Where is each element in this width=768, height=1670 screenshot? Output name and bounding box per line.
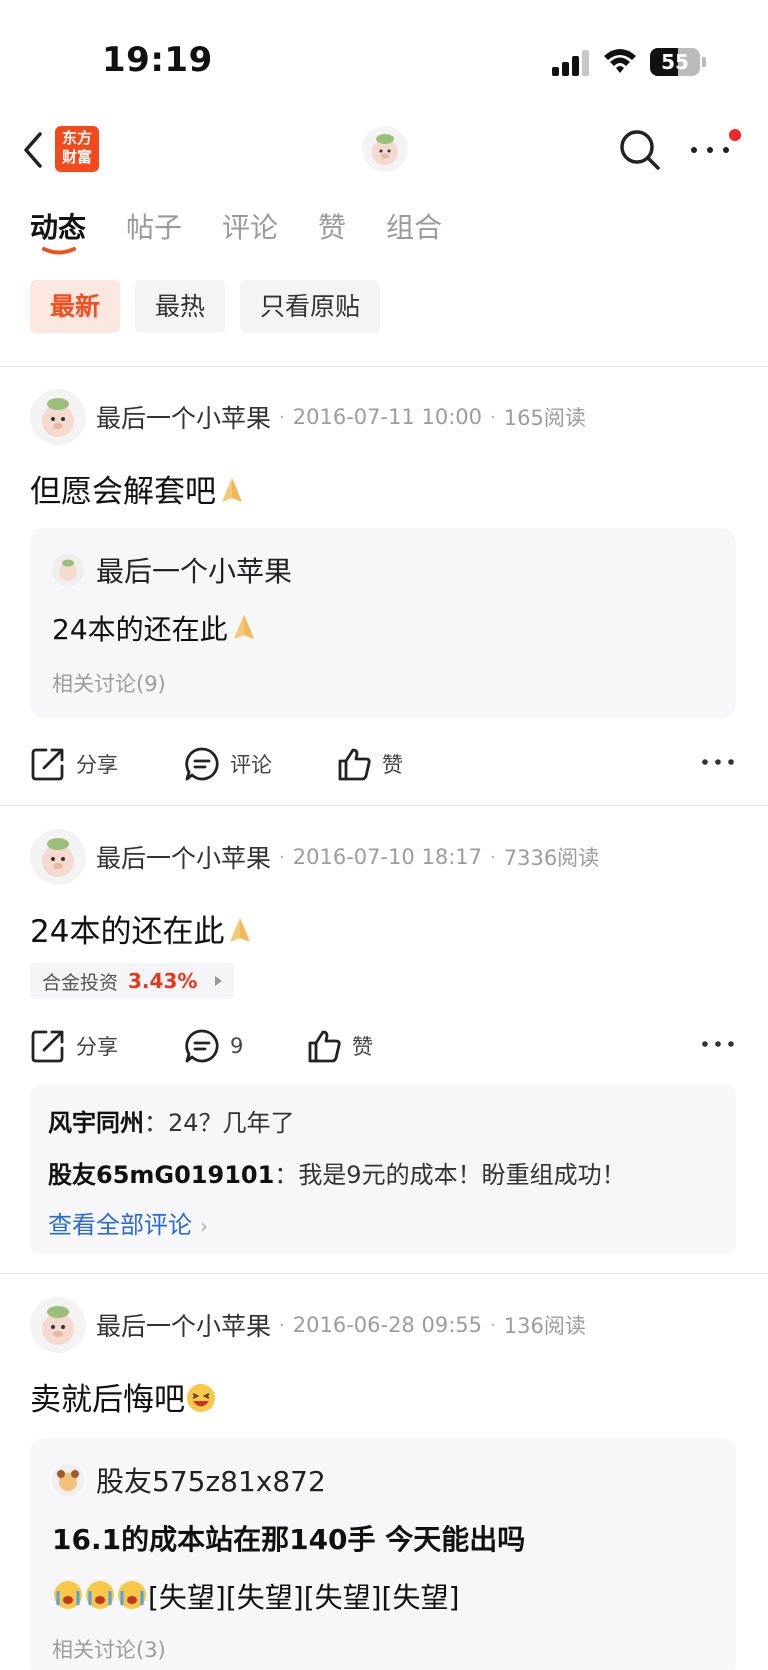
quoted-author: 最后一个小苹果 xyxy=(52,550,292,590)
status-time: 19:19 xyxy=(102,40,213,80)
tab-portfolio[interactable]: 组合 xyxy=(386,206,442,256)
tab-dynamic[interactable]: 动态 xyxy=(30,206,86,256)
notification-dot xyxy=(729,129,741,141)
comment-text: 我是9元的成本！盼重组成功！ xyxy=(298,1161,626,1189)
thumbs-up-icon xyxy=(338,748,371,781)
quoted-text: 24本的还在此 xyxy=(52,608,260,648)
search-icon[interactable] xyxy=(616,126,664,174)
share-icon xyxy=(31,748,64,781)
tab-comments[interactable]: 评论 xyxy=(222,206,278,256)
read-count: 7336阅读 xyxy=(503,846,600,870)
comment-preview: 风宇同州：24？几年了 股友65mG019101：我是9元的成本！盼重组成功！ … xyxy=(30,1085,736,1254)
post-date: 2016-07-10 18:17 xyxy=(292,845,482,869)
divider xyxy=(0,805,768,806)
share-button[interactable]: 分享 xyxy=(30,742,118,786)
read-count: 136阅读 xyxy=(503,1314,586,1338)
crying-face-icon xyxy=(118,1581,146,1609)
more-options-icon[interactable] xyxy=(700,1034,736,1054)
avatar[interactable] xyxy=(362,126,408,172)
post-text[interactable]: 但愿会解套吧 xyxy=(30,466,248,511)
comment-text: 24？几年了 xyxy=(168,1109,295,1137)
comment-icon xyxy=(185,1029,219,1063)
quoted-title: 16.1的成本站在那140手 今天能出吗 xyxy=(52,1523,526,1556)
divider xyxy=(0,1273,768,1274)
filter-original-only[interactable]: 只看原贴 xyxy=(240,280,381,333)
tab-posts[interactable]: 帖子 xyxy=(126,206,182,256)
crying-face-icon xyxy=(86,1581,114,1609)
comment-button[interactable]: 9 xyxy=(184,1024,243,1068)
post-actions: 分享 评论 赞 xyxy=(30,742,736,786)
quoted-post[interactable]: 股友575z81x872 16.1的成本站在那140手 今天能出吗 [失望][失… xyxy=(30,1438,736,1670)
comment-item[interactable]: 股友65mG019101：我是9元的成本！盼重组成功！ xyxy=(48,1155,626,1190)
author-name[interactable]: 最后一个小苹果 xyxy=(96,839,271,875)
wifi-icon xyxy=(604,49,636,73)
post-date: 2016-07-11 10:00 xyxy=(292,405,482,429)
active-tab-indicator xyxy=(42,247,76,255)
stock-name: 合金投资 xyxy=(42,971,119,994)
avatar xyxy=(52,554,84,586)
share-icon xyxy=(31,1030,64,1063)
post-actions: 分享 9 赞 xyxy=(30,1024,736,1068)
more-icon[interactable] xyxy=(686,130,734,170)
praying-hands-icon xyxy=(222,478,242,502)
divider xyxy=(0,366,768,367)
author-name[interactable]: 最后一个小苹果 xyxy=(96,1307,271,1343)
quoted-author: 股友575z81x872 xyxy=(52,1460,326,1500)
praying-hands-icon xyxy=(233,615,254,639)
post-date: 2016-06-28 09:55 xyxy=(292,1313,482,1337)
avatar[interactable] xyxy=(30,1297,86,1353)
caret-right-icon xyxy=(215,976,223,986)
tab-likes[interactable]: 赞 xyxy=(318,206,346,256)
crying-face-icon xyxy=(54,1581,82,1609)
post-meta: 最后一个小苹果 · 2016-06-28 09:55 · 136阅读 xyxy=(30,1297,586,1353)
more-options-icon[interactable] xyxy=(700,752,736,772)
stock-tag[interactable]: 合金投资 3.43% xyxy=(30,963,235,999)
like-button[interactable]: 赞 xyxy=(306,1024,373,1068)
read-count: 165阅读 xyxy=(503,406,586,430)
author-name[interactable]: 最后一个小苹果 xyxy=(96,399,271,435)
post-meta: 最后一个小苹果 · 2016-07-10 18:17 · 7336阅读 xyxy=(30,829,599,885)
post-meta: 最后一个小苹果 · 2016-07-11 10:00 · 165阅读 xyxy=(30,389,586,445)
avatar[interactable] xyxy=(30,389,86,445)
filter-latest[interactable]: 最新 xyxy=(30,280,121,333)
post-text[interactable]: 卖就后悔吧 xyxy=(30,1374,217,1419)
quoted-text: [失望][失望][失望][失望] xyxy=(52,1576,459,1616)
quoted-post[interactable]: 最后一个小苹果 24本的还在此 相关讨论(9) xyxy=(30,528,736,718)
related-discussion-link[interactable]: 相关讨论(9) xyxy=(52,668,166,698)
comment-user[interactable]: 股友65mG019101 xyxy=(48,1161,274,1189)
profile-tabs: 动态 帖子 评论 赞 组合 xyxy=(30,206,482,256)
comment-button[interactable]: 评论 xyxy=(184,742,272,786)
filter-bar: 最新 最热 只看原贴 xyxy=(30,280,395,333)
app-logo[interactable]: 东方 财富 xyxy=(55,126,99,172)
like-button[interactable]: 赞 xyxy=(336,742,403,786)
laughing-face-icon xyxy=(187,1384,215,1412)
comment-item[interactable]: 风宇同州：24？几年了 xyxy=(48,1103,295,1138)
avatar[interactable] xyxy=(30,829,86,885)
cellular-signal-icon xyxy=(552,50,592,76)
battery-level: 55 xyxy=(661,50,689,74)
thumbs-up-icon xyxy=(308,1030,341,1063)
related-discussion-link[interactable]: 相关讨论(3) xyxy=(52,1634,166,1664)
avatar xyxy=(52,1464,84,1496)
comment-user[interactable]: 风宇同州 xyxy=(48,1109,144,1137)
praying-hands-icon xyxy=(230,918,251,942)
status-bar: 19:19 55 xyxy=(0,0,768,120)
nav-bar: 东方 财富 xyxy=(0,120,768,182)
back-icon[interactable] xyxy=(18,128,48,172)
post-text[interactable]: 24本的还在此 xyxy=(30,906,256,951)
filter-hot[interactable]: 最热 xyxy=(135,280,226,333)
battery-icon: 55 xyxy=(650,48,700,76)
comment-icon xyxy=(185,747,219,781)
share-button[interactable]: 分享 xyxy=(30,1024,118,1068)
stock-change: 3.43% xyxy=(128,969,198,993)
view-all-comments-link[interactable]: 查看全部评论 › xyxy=(48,1205,208,1240)
chevron-right-icon: › xyxy=(200,1214,208,1238)
